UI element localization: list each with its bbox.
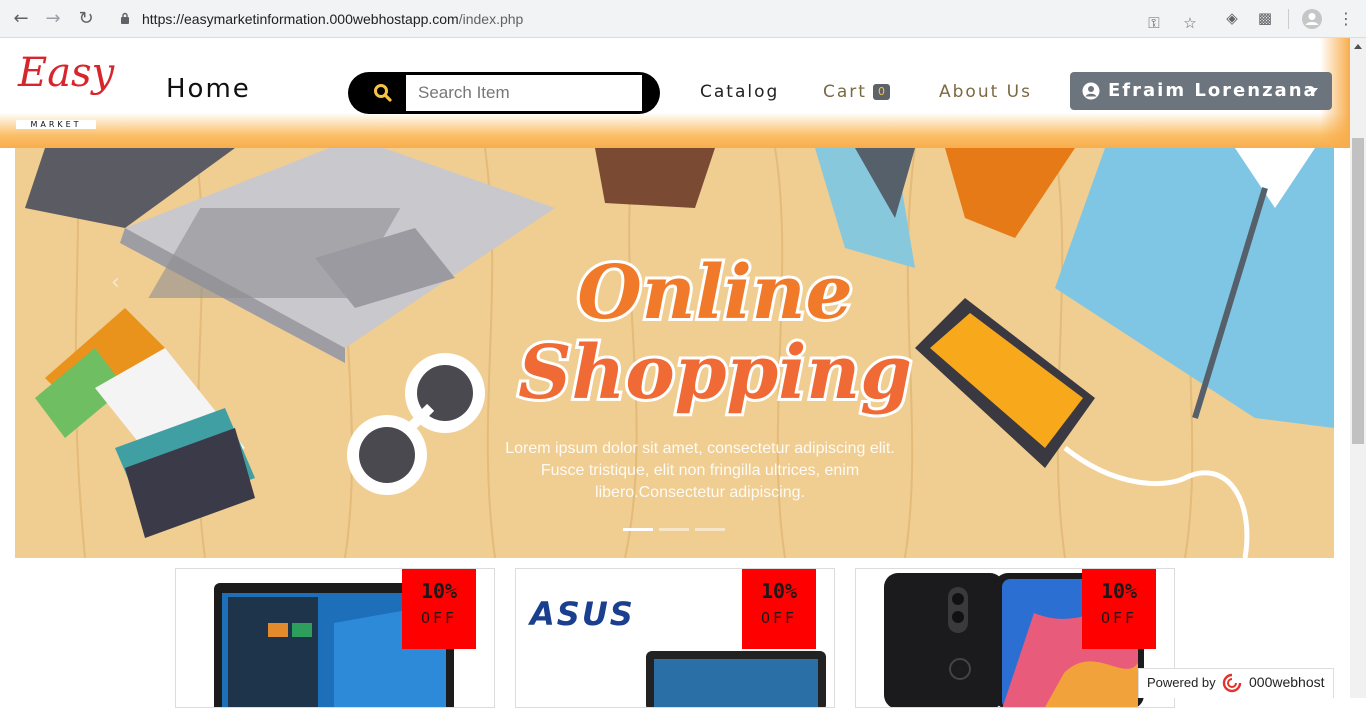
scrollbar-thumb[interactable] [1352,138,1364,444]
reload-icon[interactable]: ↻ [75,8,97,30]
page-scrollbar[interactable] [1350,38,1366,698]
carousel-indicator-3[interactable] [695,528,725,531]
address-bar[interactable]: https://easymarketinformation.000webhost… [108,5,1212,33]
user-name: Efraim Lorenzana [1108,80,1318,101]
search-icon[interactable] [372,82,394,104]
key-icon[interactable]: ⚿ [1144,13,1164,33]
carousel-indicator-2[interactable] [659,528,689,531]
powered-by-banner[interactable]: Powered by 000webhost [1138,668,1334,698]
star-icon[interactable]: ☆ [1180,13,1200,33]
url-text: https://easymarketinformation.000webhost… [142,11,523,27]
extension-dark-icon[interactable]: ▩ [1255,8,1275,28]
asus-laptop-image [646,651,826,707]
nav-home[interactable]: Home [166,74,251,104]
nav-about-us[interactable]: About Us [939,82,1032,102]
chevron-down-icon [1308,88,1318,94]
discount-off-label: OFF [1100,609,1138,627]
nav-catalog[interactable]: Catalog [700,82,779,102]
forward-arrow-icon[interactable]: → [42,8,64,30]
cart-count-badge: 0 [872,84,890,100]
user-menu-button[interactable]: Efraim Lorenzana [1070,72,1332,110]
product-card-1[interactable]: 10% OFF [175,568,495,708]
user-circle-icon [1082,82,1100,100]
carousel-indicator-1[interactable] [623,528,653,531]
url-host: https://easymarketinformation.000webhost… [142,11,459,27]
discount-badge: 10% OFF [742,569,816,649]
discount-off-label: OFF [760,609,798,627]
toolbar-divider [1288,9,1289,29]
headline-online: Online [577,250,852,336]
site-header: Easy MARKET Home Catalog Cart0 About Us … [0,38,1350,148]
scroll-up-arrow-icon[interactable] [1354,44,1362,49]
powered-by-label: Powered by [1147,675,1216,690]
url-path: /index.php [458,11,524,27]
headline-shopping: Shopping [518,330,912,416]
carousel-indicators [623,528,733,532]
extension-icon[interactable]: ◈ [1222,8,1242,28]
discount-percent: 10% [420,579,458,603]
carousel-prev-icon[interactable]: ‹ [111,270,120,295]
menu-kebab-icon[interactable]: ⋮ [1335,8,1357,30]
discount-percent: 10% [760,579,798,603]
product-card-2[interactable]: ASUS 10% OFF [515,568,835,708]
product-card-3[interactable]: 10% OFF [855,568,1175,708]
discount-badge: 10% OFF [1082,569,1156,649]
lock-icon [121,12,129,24]
hero-carousel[interactable]: Online Shopping ‹ Lorem ipsum dolor sit … [15,148,1334,558]
asus-brand-text: ASUS [530,595,635,633]
carousel-caption: Lorem ipsum dolor sit amet, consectetur … [505,440,895,501]
search-bar [348,72,660,114]
nav-cart-label: Cart [823,82,867,102]
search-input[interactable] [406,75,642,111]
easy-market-logo[interactable]: Easy MARKET [16,50,114,134]
powered-by-brand: 000webhost [1249,674,1325,690]
browser-toolbar: ← → ↻ https://easymarketinformation.000w… [0,0,1366,38]
discount-off-label: OFF [420,609,458,627]
profile-avatar-icon[interactable] [1301,8,1323,30]
back-arrow-icon[interactable]: ← [10,8,32,30]
discount-percent: 10% [1100,579,1138,603]
logo-subtext: MARKET [16,120,96,129]
discount-badge: 10% OFF [402,569,476,649]
nav-cart[interactable]: Cart 0 [823,82,890,102]
000webhost-logo-icon [1222,673,1242,693]
logo-text: Easy [18,50,115,96]
